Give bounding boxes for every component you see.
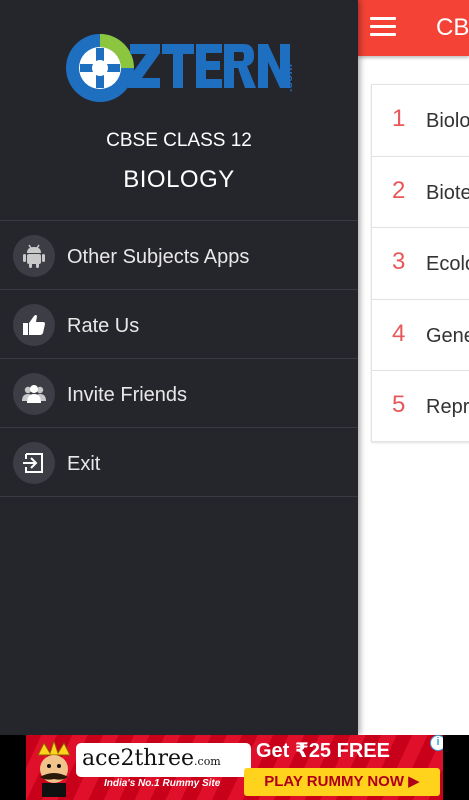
- menu-item-invite-friends[interactable]: Invite Friends: [0, 359, 358, 428]
- chapter-item[interactable]: 2 Biotechnology: [371, 155, 469, 227]
- menu-icon[interactable]: [370, 17, 396, 39]
- app-bar-title: CBSE CLASS 12: [436, 14, 469, 41]
- menu-item-other-subjects[interactable]: Other Subjects Apps: [0, 221, 358, 290]
- class-label: CBSE CLASS 12: [106, 130, 252, 151]
- chapter-item[interactable]: 4 Genetics and Evolution: [371, 298, 469, 370]
- svg-text:.com: .com: [281, 64, 295, 92]
- ad-brand-name: ace2three: [82, 746, 195, 771]
- ad-brand-box: ace2three.com: [76, 743, 251, 777]
- exit-icon: [13, 442, 55, 484]
- thumbs-up-icon: [13, 304, 55, 346]
- ad-container: ace2three.com India's No.1 Rummy Site Ge…: [0, 735, 469, 800]
- ad-brand-suffix: .com: [194, 755, 221, 768]
- menu-item-label: Other Subjects Apps: [67, 246, 250, 268]
- app-bar: CBSE CLASS 12: [358, 0, 469, 56]
- drawer-menu: Other Subjects Apps Rate Us Invite Frien…: [0, 220, 358, 497]
- menu-item-label: Invite Friends: [67, 384, 188, 406]
- app-root: CBSE CLASS 12 1 Biology in Human Welfare…: [0, 0, 469, 800]
- chapter-number: 1: [392, 105, 406, 132]
- chapter-list: 1 Biology in Human Welfare 2 Biotechnolo…: [371, 84, 469, 442]
- menu-item-label: Rate Us: [67, 315, 140, 337]
- people-icon: [13, 373, 55, 415]
- chapter-name: Genetics and Evolution: [426, 324, 469, 347]
- chapter-number: 4: [392, 319, 406, 347]
- chapter-name: Reproduction: [426, 396, 469, 418]
- chapter-name: Biology in Human Welfare: [426, 110, 469, 132]
- chapter-item[interactable]: 1 Biology in Human Welfare: [371, 84, 469, 156]
- subject-title: BIOLOGY: [123, 166, 235, 193]
- chapter-name: Biotechnology: [426, 181, 469, 204]
- chapter-number: 5: [392, 391, 406, 418]
- chapter-item[interactable]: 3 Ecology: [371, 227, 469, 299]
- chapter-number: 2: [392, 176, 406, 204]
- ad-tagline: India's No.1 Rummy Site: [104, 778, 221, 789]
- play-now-button[interactable]: PLAY RUMMY NOW ▶: [244, 768, 440, 796]
- oztern-logo: .com: [62, 26, 298, 108]
- menu-item-rate-us[interactable]: Rate Us: [0, 290, 358, 359]
- chapter-number: 3: [392, 248, 406, 275]
- chapter-name: Ecology: [426, 253, 469, 275]
- ad-info-icon[interactable]: i: [430, 735, 443, 751]
- navigation-drawer: .com CBSE CLASS 12 BIOLOGY Other Subject…: [0, 0, 358, 735]
- android-icon: [13, 235, 55, 277]
- ad-banner[interactable]: ace2three.com India's No.1 Rummy Site Ge…: [26, 735, 443, 800]
- menu-item-exit[interactable]: Exit: [0, 428, 358, 497]
- ad-offer: Get ₹25 FREE: [256, 740, 390, 762]
- mascot-icon: [32, 739, 76, 800]
- menu-item-label: Exit: [67, 453, 101, 475]
- chapter-item[interactable]: 5 Reproduction: [371, 370, 469, 442]
